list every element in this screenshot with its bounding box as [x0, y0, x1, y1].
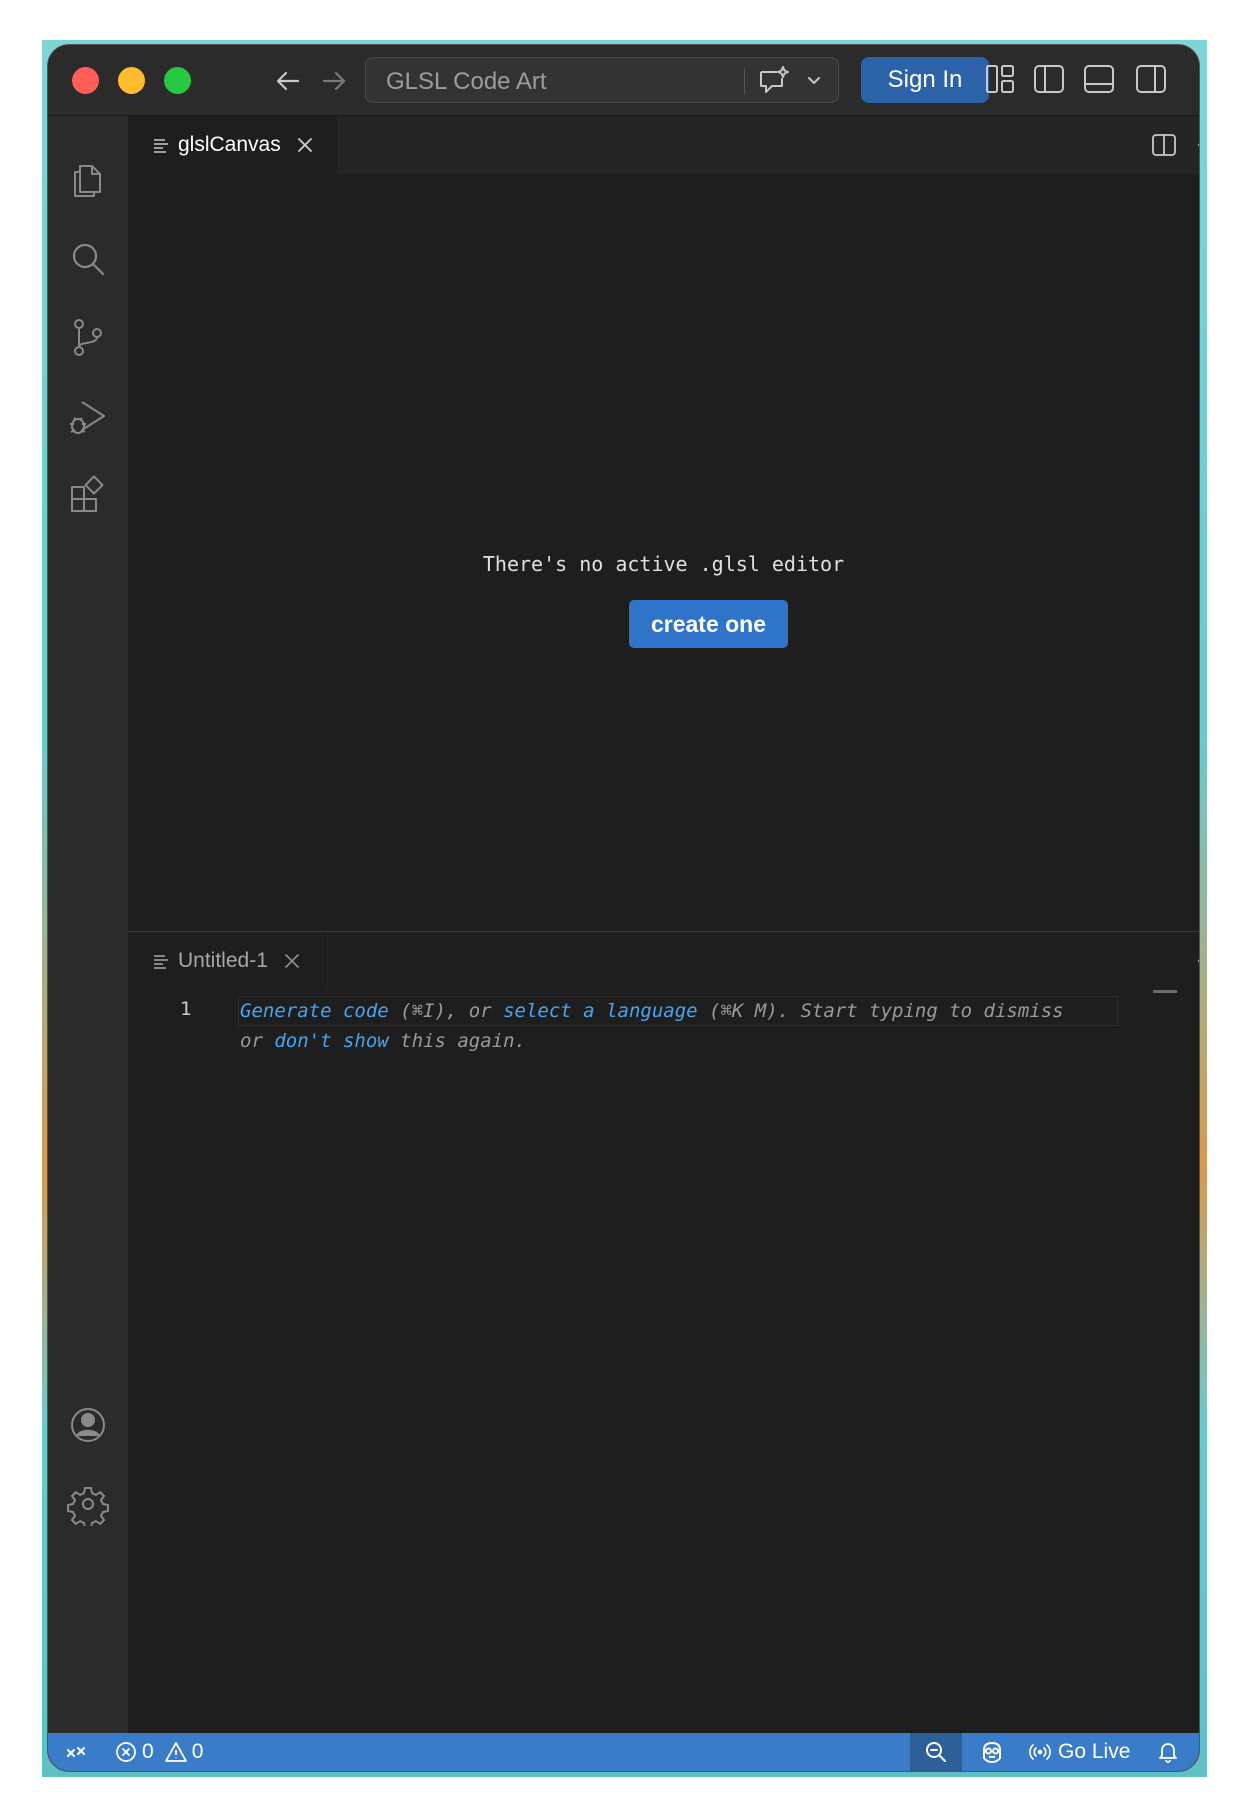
command-center-text: GLSL Code Art [386, 68, 547, 95]
activity-bar [48, 116, 128, 1733]
select-language-link[interactable]: select a language [503, 1000, 697, 1022]
notifications-item[interactable] [1156, 1733, 1180, 1771]
close-icon[interactable] [282, 951, 302, 971]
hint-or: or [240, 1030, 275, 1052]
tab-glslcanvas-label: glslCanvas [178, 133, 281, 156]
close-window-button[interactable] [72, 67, 99, 94]
command-center-divider [744, 68, 745, 94]
close-icon[interactable] [295, 135, 315, 155]
preview-lines-icon [154, 139, 168, 153]
vscode-window: GLSL Code Art Sign In glslCanvas There's… [47, 44, 1200, 1772]
hint-again: this again. [388, 1030, 526, 1052]
files-icon[interactable] [66, 158, 110, 202]
account-icon[interactable] [66, 1403, 110, 1447]
minimize-window-button[interactable] [118, 67, 145, 94]
more-actions-icon[interactable] [1192, 130, 1200, 160]
forward-arrow-icon[interactable] [314, 61, 354, 101]
extensions-icon[interactable] [66, 473, 110, 517]
run-debug-icon[interactable] [66, 396, 110, 440]
chevron-down-icon[interactable] [804, 70, 824, 90]
go-live-button[interactable]: Go Live [1028, 1733, 1130, 1771]
tab-bar-top: glslCanvas [128, 116, 1199, 174]
hint-shortcut-2: (⌘K M). Start typing to dismiss [697, 1000, 1064, 1022]
maximize-window-button[interactable] [164, 67, 191, 94]
tab-bar-bottom: Untitled-1 [128, 932, 1199, 990]
zoom-out-icon [926, 1742, 946, 1762]
warning-count: 0 [191, 1740, 204, 1763]
hint-shortcut-1: (⌘I), or [388, 1000, 504, 1022]
toggle-panel-icon[interactable] [1081, 61, 1117, 97]
warning-icon [164, 1742, 187, 1762]
empty-editor-hint: Generate code (⌘I), or select a language… [240, 996, 1110, 1056]
sign-in-button[interactable]: Sign In [861, 57, 989, 103]
scrollbar-marker[interactable] [1153, 990, 1177, 993]
go-live-label: Go Live [1058, 1740, 1131, 1763]
tab-glslcanvas[interactable]: glslCanvas [128, 116, 338, 174]
search-icon[interactable] [66, 237, 110, 281]
remote-icon [67, 1747, 85, 1757]
customize-layout-icon[interactable] [983, 61, 1019, 97]
status-bar: 0 0 Go Live [48, 1733, 1199, 1771]
create-one-button[interactable]: create one [629, 600, 788, 648]
toggle-primary-sidebar-icon[interactable] [1031, 61, 1067, 97]
editor-group-glslcanvas: glslCanvas There's no active .glsl edito… [128, 116, 1199, 931]
remote-indicator[interactable] [64, 1733, 88, 1771]
error-count: 0 [142, 1740, 154, 1763]
no-active-editor-message: There's no active .glsl editor [482, 552, 845, 576]
more-actions-icon[interactable] [1192, 946, 1200, 976]
back-arrow-icon[interactable] [268, 61, 308, 101]
broadcast-icon [1029, 1744, 1051, 1760]
dont-show-link[interactable]: don't show [274, 1030, 388, 1052]
toggle-secondary-sidebar-icon[interactable] [1133, 61, 1169, 97]
source-control-icon[interactable] [66, 315, 110, 359]
command-center-search[interactable]: GLSL Code Art [365, 57, 839, 103]
chat-sparkle-icon[interactable] [756, 64, 792, 98]
bell-icon [1159, 1743, 1177, 1763]
tab-untitled-1[interactable]: Untitled-1 [128, 932, 328, 990]
settings-gear-icon[interactable] [66, 1482, 110, 1526]
editor-group-untitled: Untitled-1 1 Generate code (⌘I), or sele… [128, 931, 1199, 1733]
split-editor-icon[interactable] [1149, 130, 1179, 160]
copilot-icon [983, 1741, 1001, 1764]
generate-code-link[interactable]: Generate code [240, 1000, 389, 1022]
line-number: 1 [180, 998, 192, 1020]
file-lines-icon [154, 955, 168, 969]
tab-untitled-label: Untitled-1 [178, 949, 268, 972]
copilot-item[interactable] [978, 1733, 1006, 1771]
error-icon [116, 1742, 136, 1762]
problems-indicator[interactable]: 0 0 [114, 1733, 203, 1771]
zoom-item[interactable] [924, 1733, 948, 1771]
title-bar: GLSL Code Art Sign In [48, 45, 1199, 116]
